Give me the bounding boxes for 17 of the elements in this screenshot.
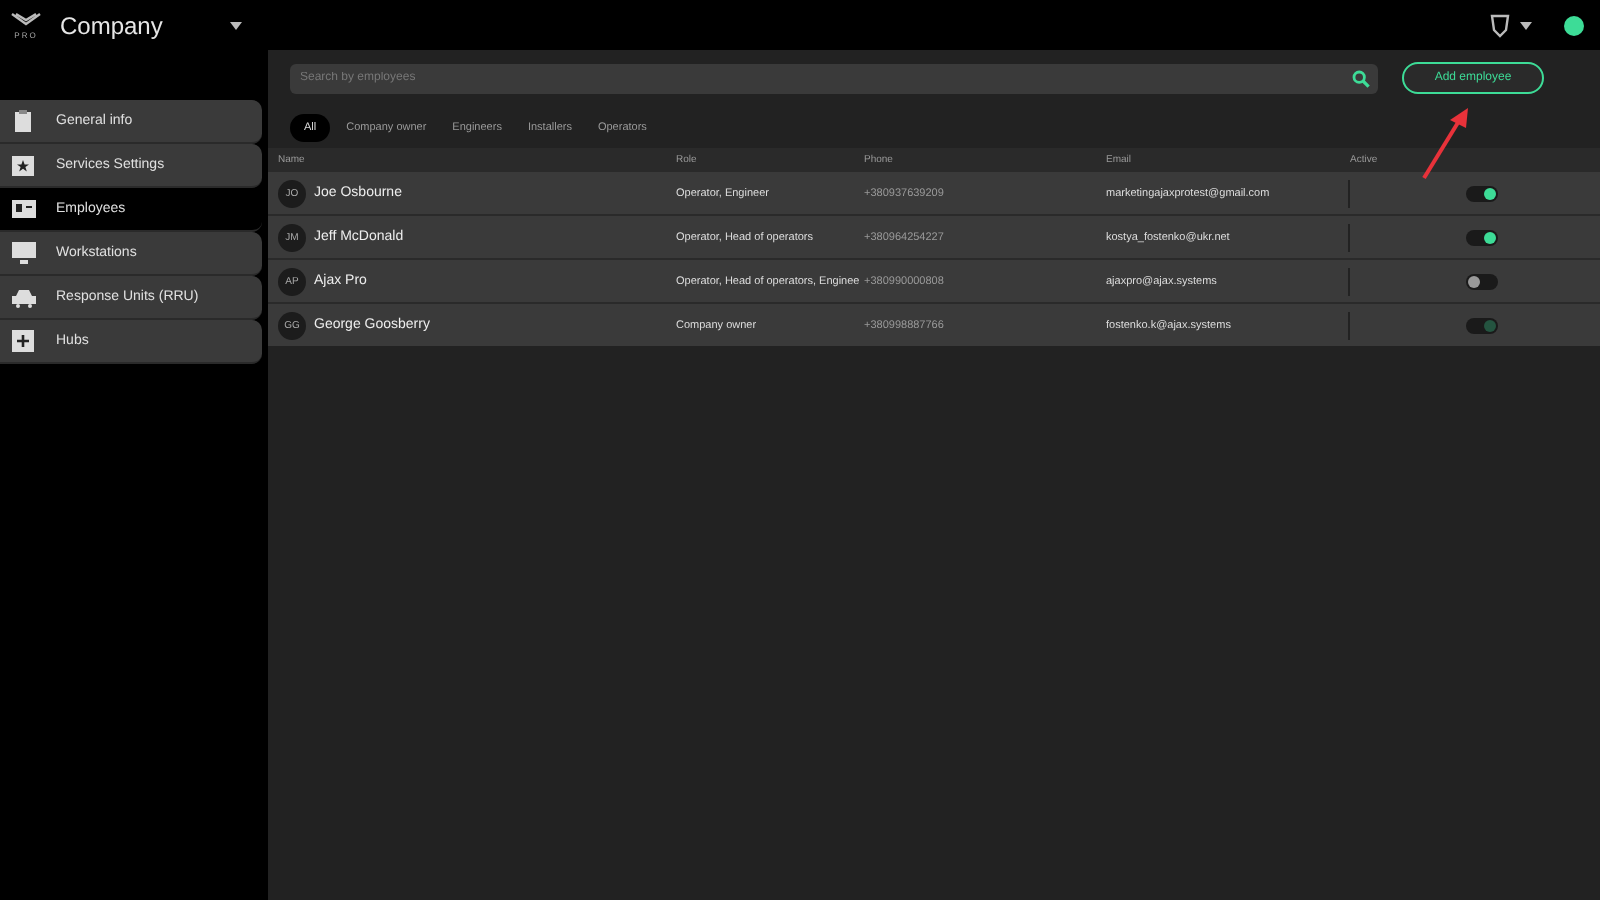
clipboard-icon [14, 110, 32, 132]
shield-icon[interactable] [1490, 13, 1510, 37]
active-toggle[interactable] [1465, 229, 1497, 245]
active-toggle[interactable] [1465, 185, 1497, 201]
active-toggle[interactable] [1465, 273, 1497, 289]
star-icon [12, 155, 34, 175]
status-dot [1564, 15, 1584, 35]
company-name: Company [60, 11, 165, 39]
id-card-icon [11, 200, 35, 218]
search-icon[interactable] [1352, 69, 1370, 87]
caret-icon[interactable] [1520, 21, 1532, 29]
monitor-icon [11, 242, 35, 264]
annotation-arrow [1420, 106, 1472, 182]
car-icon [11, 287, 35, 307]
plus-box-icon [12, 330, 34, 352]
caret-icon[interactable] [230, 21, 242, 29]
logo-icon [10, 11, 42, 27]
